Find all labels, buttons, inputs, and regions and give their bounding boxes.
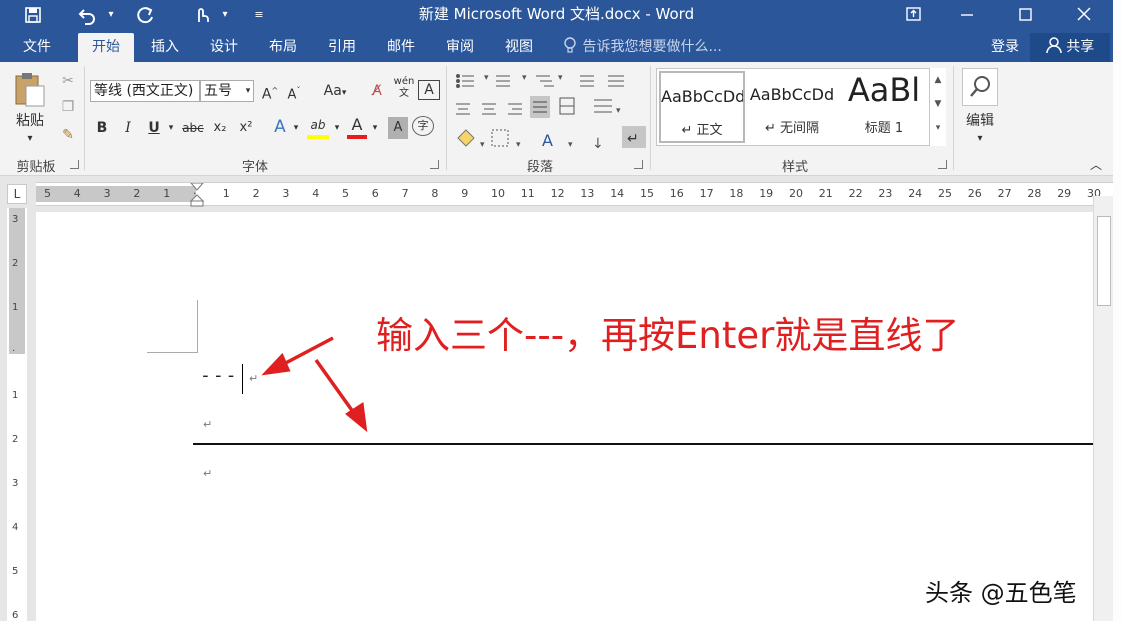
watermark: 头条 @五色笔 (925, 579, 1077, 607)
vertical-scrollbar[interactable] (1093, 196, 1113, 621)
scrollbar-thumb[interactable] (1097, 216, 1111, 306)
background-window-strip (1113, 0, 1122, 621)
annotation-text: 输入三个---，再按Enter就是直线了 (376, 314, 960, 357)
